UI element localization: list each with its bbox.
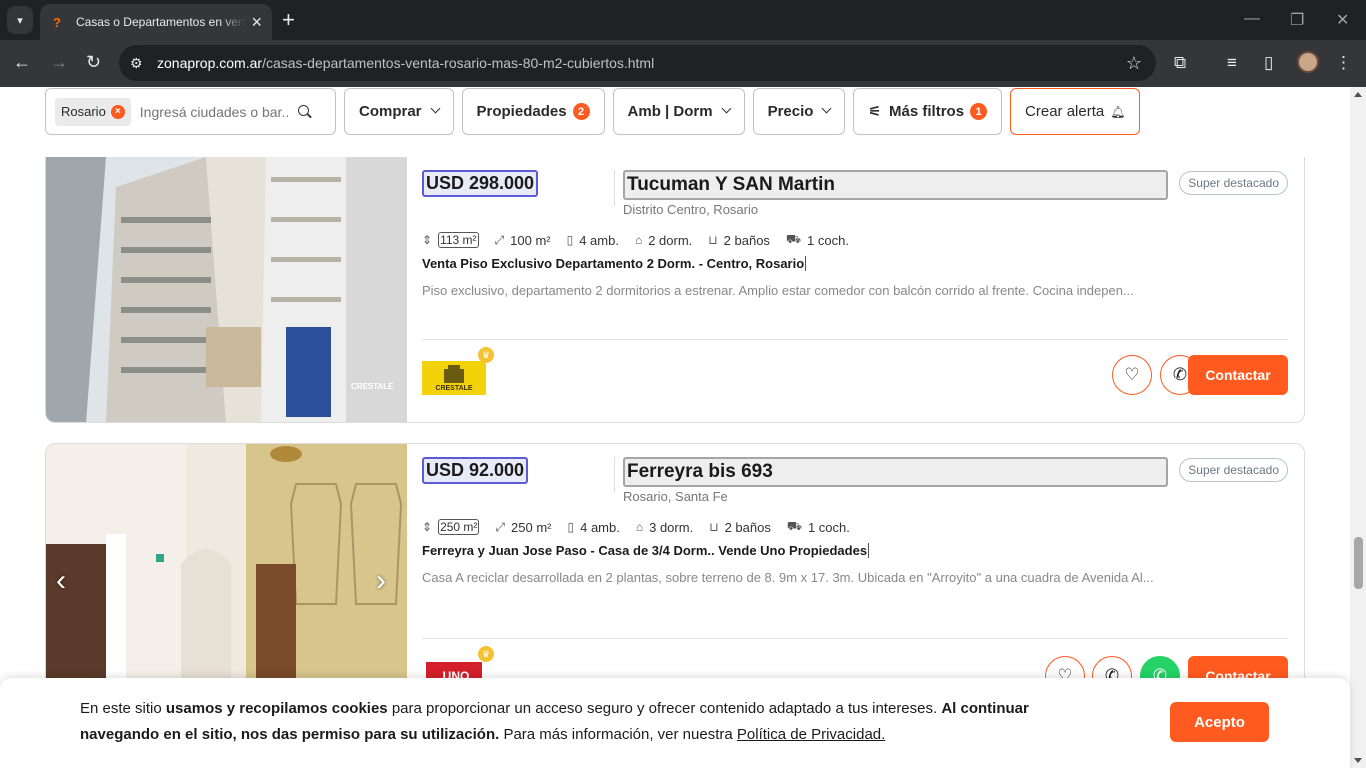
media-control-icon[interactable]: ≡ [1227,53,1237,73]
bookmark-star-icon[interactable]: ☆ [1126,53,1142,74]
door-icon: ▯ [566,233,574,247]
search-input[interactable] [139,103,290,120]
address-bar[interactable]: ⚙ zonaprop.com.ar/casas-departamentos-ve… [119,45,1156,81]
scroll-up-icon [1354,92,1362,97]
bathtub-icon: ⊔ [709,520,719,534]
forward-icon[interactable]: → [50,52,68,73]
super-destacado-badge: Super destacado [1179,171,1288,195]
restore-icon[interactable]: ❐ [1290,10,1304,30]
bathtub-icon: ⊔ [708,233,718,247]
bell-icon: 🔔︎ [1110,104,1126,119]
listing-info: USD 298.000 Tucuman Y SAN Martin Distrit… [422,157,1288,422]
scrollbar-thumb [1354,537,1363,589]
amb-dorm-dropdown[interactable]: Amb | Dorm [612,88,745,135]
listing-features: ⇕ 113 m² ⤢ 100 m² ▯ 4 amb. ⌂ 2 dorm. ⊔ 2 baño… [422,232,849,248]
scroll-down-icon [1354,758,1362,763]
accept-cookies-button[interactable]: Acepto [1170,702,1269,742]
chevron-down-icon [822,103,832,114]
cookie-text: En este sitio usamos y recopilamos cooki… [80,700,1029,743]
door-icon: ▯ [567,520,575,534]
browser-tabbar: ▾ ? Casas o Departamentos en venta × + —… [0,0,1366,40]
crear-alerta-button[interactable]: Crear alerta 🔔︎ [1010,88,1141,135]
propiedades-dropdown[interactable]: Propiedades 2 [461,88,605,135]
publisher-logo[interactable]: CRESTALE [422,361,486,395]
filter-bar: Rosario× Comprar Propiedades2 Amb | Dorm… [45,88,1148,135]
propiedades-count-badge: 2 [572,103,590,120]
car-icon: ⛟ [786,519,802,533]
chevron-down-icon [721,103,732,114]
listing-address[interactable]: Ferreyra bis 693 [623,457,1168,487]
location-search[interactable]: Rosario × [45,88,336,135]
page-content: Rosario× Comprar Propiedades2 Amb | Dorm… [0,87,1350,768]
covered-area-icon: ⤢ [494,232,505,247]
cookie-banner: En este sitio usamos y recopilamos cooki… [0,678,1350,768]
contact-button[interactable]: Contactar [1188,355,1288,395]
listing-address[interactable]: Tucuman Y SAN Martin [623,170,1168,200]
profile-avatar[interactable] [1297,51,1319,73]
site-info-icon[interactable]: ⚙ [130,55,148,72]
extensions-icon[interactable]: ⧉ [1174,53,1186,73]
covered-area-icon: ⤢ [495,519,506,534]
svg-text:CRESTALE: CRESTALE [435,385,473,392]
bed-icon: ⌂ [634,233,643,247]
favorite-heart-icon[interactable]: ♡ [1112,355,1152,395]
divider [614,170,615,206]
filter-count-badge: 1 [970,103,988,120]
precio-dropdown[interactable]: Precio [752,88,846,135]
back-icon[interactable]: ← [13,52,31,73]
listing-location: Distrito Centro, Rosario [623,202,759,217]
listing-features: ⇕ 250 m² ⤢ 250 m² ▯ 4 amb. ⌂ 3 dorm. ⊔ 2 baño… [422,519,850,535]
divider [422,638,1288,639]
divider [422,339,1288,340]
prev-photo-icon[interactable]: ‹ [56,564,66,598]
bed-icon: ⌂ [635,520,644,534]
crown-icon: ♛ [478,646,494,662]
side-panel-icon[interactable]: ▯ [1264,53,1273,73]
car-icon: ⛟ [785,232,802,246]
next-photo-icon[interactable]: › [376,564,386,598]
tab-title: Casas o Departamentos en venta [75,15,246,29]
url-text: zonaprop.com.ar/casas-departamentos-vent… [157,55,655,71]
reload-icon[interactable]: ↻ [86,52,101,73]
zonaprop-favicon-icon: ? [53,14,61,30]
listing-description: Piso exclusivo, departamento 2 dormitori… [422,283,1134,298]
remove-chip-icon[interactable]: × [110,104,125,119]
tab-search-button[interactable]: ▾ [7,6,33,34]
crown-icon: ♛ [478,347,494,363]
total-area-icon: ⇕ [422,233,433,247]
new-tab-icon[interactable]: + [282,8,295,32]
listing-title[interactable]: Ferreyra y Juan Jose Paso - Casa de 3/4 … [422,543,870,558]
privacy-policy-link[interactable]: Política de Privacidad. [737,726,885,743]
location-chip[interactable]: Rosario × [55,97,131,126]
browser-toolbar: ← → ↻ ⚙ zonaprop.com.ar/casas-departamen… [0,40,1366,87]
page-scrollbar[interactable] [1350,87,1366,768]
listing-location: Rosario, Santa Fe [623,489,728,504]
divider [614,457,615,493]
total-area-icon: ⇕ [422,520,433,534]
listing-description: Casa A reciclar desarrollada en 2 planta… [422,570,1154,585]
chrome-menu-icon[interactable]: ⋮ [1335,53,1352,73]
listing-price: USD 92.000 [422,457,529,484]
listing-title[interactable]: Venta Piso Exclusivo Departamento 2 Dorm… [422,256,807,271]
listing-photo[interactable]: CRESTALE [46,157,407,422]
minimize-icon[interactable]: — [1244,10,1260,28]
window-close-icon[interactable]: ✕ [1336,10,1349,30]
sliders-icon: ⚟ [868,103,882,119]
search-icon[interactable] [297,104,312,119]
close-tab-icon[interactable]: × [251,12,262,33]
mas-filtros-button[interactable]: ⚟ Más filtros 1 [853,88,1003,135]
svg-text:CRESTALE: CRESTALE [351,382,394,391]
comprar-dropdown[interactable]: Comprar [344,88,454,135]
chevron-down-icon [430,103,440,114]
browser-tab[interactable]: ? Casas o Departamentos en venta × [40,4,272,40]
super-destacado-badge: Super destacado [1179,458,1288,482]
listing-card[interactable]: CRESTALE USD 298.000 Tucuman Y SAN Marti… [45,157,1305,423]
listing-price: USD 298.000 [422,170,539,197]
